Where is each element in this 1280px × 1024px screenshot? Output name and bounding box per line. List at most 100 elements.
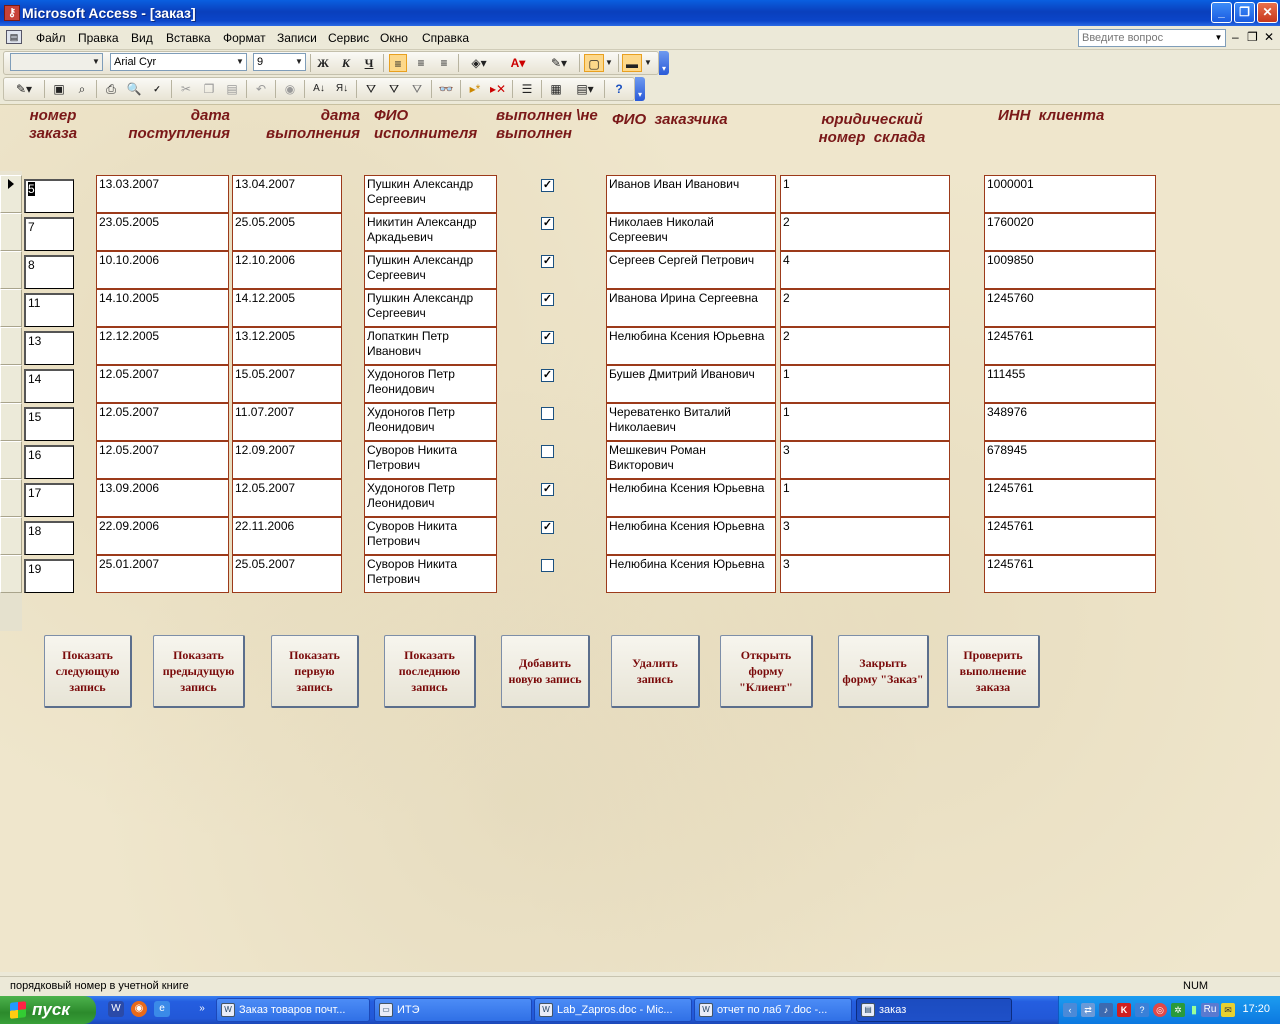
bold-icon[interactable]: Ж xyxy=(314,54,332,72)
speaker-icon[interactable]: ♪ xyxy=(1099,1003,1113,1017)
customer-name-field[interactable]: Бушев Дмитрий Иванович xyxy=(606,365,776,403)
customer-name-field[interactable]: Николаев Николай Сергеевич xyxy=(606,213,776,251)
apply-filter-icon[interactable]: ⛛ xyxy=(408,80,426,98)
executor-name-field[interactable]: Никитин Александр Аркадьевич xyxy=(364,213,497,251)
menu-tools[interactable]: Сервис xyxy=(328,31,369,45)
menu-records[interactable]: Записи xyxy=(277,31,317,45)
tray-arrow-icon[interactable]: ‹ xyxy=(1063,1003,1077,1017)
chevron-down-icon[interactable]: ▼ xyxy=(1213,31,1224,45)
received-date-field[interactable]: 14.10.2005 xyxy=(96,289,229,327)
cut-icon[interactable]: ✂ xyxy=(177,80,195,98)
access-key-icon[interactable]: ⚷ xyxy=(4,5,20,21)
find-icon[interactable]: 👓 xyxy=(437,80,455,98)
executor-name-field[interactable]: Суворов Никита Петрович xyxy=(364,441,497,479)
quicklaunch-more-icon[interactable]: » xyxy=(194,1001,210,1017)
order-number-field[interactable]: 8 xyxy=(24,255,74,289)
print-icon[interactable]: ⎙ xyxy=(102,80,120,98)
customer-name-field[interactable]: Мешкевич Роман Викторович xyxy=(606,441,776,479)
menu-edit[interactable]: Правка xyxy=(78,31,119,45)
completion-date-field[interactable]: 13.04.2007 xyxy=(232,175,342,213)
record-selector[interactable] xyxy=(0,213,22,251)
line-width-icon[interactable]: ▬ xyxy=(622,54,642,72)
received-date-field[interactable]: 13.09.2006 xyxy=(96,479,229,517)
toolbar-options-icon[interactable]: ▾ xyxy=(659,51,669,75)
completion-date-field[interactable]: 12.10.2006 xyxy=(232,251,342,289)
client-inn-field[interactable]: 1009850 xyxy=(984,251,1156,289)
hyperlink-icon[interactable]: ◉ xyxy=(281,80,299,98)
completed-checkbox[interactable] xyxy=(541,293,554,306)
chevron-down-icon[interactable]: ▼ xyxy=(643,54,653,72)
task-word-report[interactable]: Wотчет по лаб 7.doc -... xyxy=(694,998,852,1022)
menu-insert[interactable]: Вставка xyxy=(166,31,211,45)
file-search-icon[interactable]: ⌕ xyxy=(73,80,91,98)
form-window-icon[interactable]: ▤ xyxy=(6,30,22,44)
client-inn-field[interactable]: 1245761 xyxy=(984,517,1156,555)
client-inn-field[interactable]: 1245761 xyxy=(984,327,1156,365)
completion-date-field[interactable]: 15.05.2007 xyxy=(232,365,342,403)
doc-minimize-button[interactable]: ‒ xyxy=(1232,30,1239,44)
client-inn-field[interactable]: 348976 xyxy=(984,403,1156,441)
completion-date-field[interactable]: 14.12.2005 xyxy=(232,289,342,327)
received-date-field[interactable]: 25.01.2007 xyxy=(96,555,229,593)
completion-date-field[interactable]: 12.09.2007 xyxy=(232,441,342,479)
chevron-down-icon[interactable]: ▼ xyxy=(604,54,614,72)
client-inn-field[interactable]: 111455 xyxy=(984,365,1156,403)
executor-name-field[interactable]: Худоногов Петр Леонидович xyxy=(364,403,497,441)
received-date-field[interactable]: 12.05.2007 xyxy=(96,365,229,403)
print-preview-icon[interactable]: 🔍 xyxy=(125,80,143,98)
record-selector[interactable] xyxy=(0,251,22,289)
received-date-field[interactable]: 23.05.2005 xyxy=(96,213,229,251)
word-quicklaunch-icon[interactable]: W xyxy=(108,1001,124,1017)
record-selector[interactable] xyxy=(0,289,22,327)
completed-checkbox[interactable] xyxy=(541,217,554,230)
close-order-form-button[interactable]: Закрыть форму "Заказ" xyxy=(838,635,929,708)
warehouse-number-field[interactable]: 2 xyxy=(780,213,950,251)
completed-checkbox[interactable] xyxy=(541,559,554,572)
menu-window[interactable]: Окно xyxy=(380,31,408,45)
client-inn-field[interactable]: 678945 xyxy=(984,441,1156,479)
new-object-icon[interactable]: ▤▾ xyxy=(570,80,600,98)
client-inn-field[interactable]: 1000001 xyxy=(984,175,1156,213)
received-date-field[interactable]: 13.03.2007 xyxy=(96,175,229,213)
completed-checkbox[interactable] xyxy=(541,255,554,268)
executor-name-field[interactable]: Лопаткин Петр Иванович xyxy=(364,327,497,365)
border-style-icon[interactable]: ▢ xyxy=(584,54,604,72)
completed-checkbox[interactable] xyxy=(541,483,554,496)
record-selector[interactable] xyxy=(0,327,22,365)
first-record-button[interactable]: Показать первую запись xyxy=(271,635,359,708)
record-selector[interactable] xyxy=(0,479,22,517)
add-record-button[interactable]: Добавить новую запись xyxy=(501,635,590,708)
record-selector[interactable] xyxy=(0,403,22,441)
task-word-order[interactable]: W Заказ товаров почт... xyxy=(216,998,370,1022)
filter-by-selection-icon[interactable]: ⛛ xyxy=(362,80,380,98)
client-inn-field[interactable]: 1760020 xyxy=(984,213,1156,251)
customer-name-field[interactable]: Нелюбина Ксения Юрьевна xyxy=(606,327,776,365)
completion-date-field[interactable]: 22.11.2006 xyxy=(232,517,342,555)
completed-checkbox[interactable] xyxy=(541,445,554,458)
last-record-button[interactable]: Показать последнюю запись xyxy=(384,635,476,708)
record-selector[interactable] xyxy=(0,517,22,555)
executor-name-field[interactable]: Худоногов Петр Леонидович xyxy=(364,479,497,517)
italic-icon[interactable]: К xyxy=(337,54,355,72)
warehouse-number-field[interactable]: 1 xyxy=(780,175,950,213)
ie-quicklaunch-icon[interactable]: e xyxy=(154,1001,170,1017)
record-selector[interactable] xyxy=(0,365,22,403)
executor-name-field[interactable]: Пушкин Александр Сергеевич xyxy=(364,251,497,289)
properties-icon[interactable]: ☰ xyxy=(518,80,536,98)
completion-date-field[interactable]: 25.05.2007 xyxy=(232,555,342,593)
kaspersky-icon[interactable]: K xyxy=(1117,1003,1131,1017)
received-date-field[interactable]: 10.10.2006 xyxy=(96,251,229,289)
completed-checkbox[interactable] xyxy=(541,179,554,192)
spelling-icon[interactable]: ✓ xyxy=(148,80,166,98)
object-combo[interactable]: ▼ xyxy=(10,53,103,71)
signal-icon[interactable]: ▮ xyxy=(1187,1003,1201,1017)
help-tray-icon[interactable]: ? xyxy=(1135,1003,1149,1017)
completed-checkbox[interactable] xyxy=(541,369,554,382)
menu-view[interactable]: Вид xyxy=(131,31,153,45)
menu-help[interactable]: Справка xyxy=(422,31,469,45)
order-number-field[interactable]: 11 xyxy=(24,293,74,327)
open-client-form-button[interactable]: Открыть форму "Клиент" xyxy=(720,635,813,708)
record-selector[interactable] xyxy=(0,175,22,213)
language-indicator[interactable]: Ru xyxy=(1201,1003,1219,1017)
font-size-combo[interactable]: 9 ▼ xyxy=(253,53,306,71)
